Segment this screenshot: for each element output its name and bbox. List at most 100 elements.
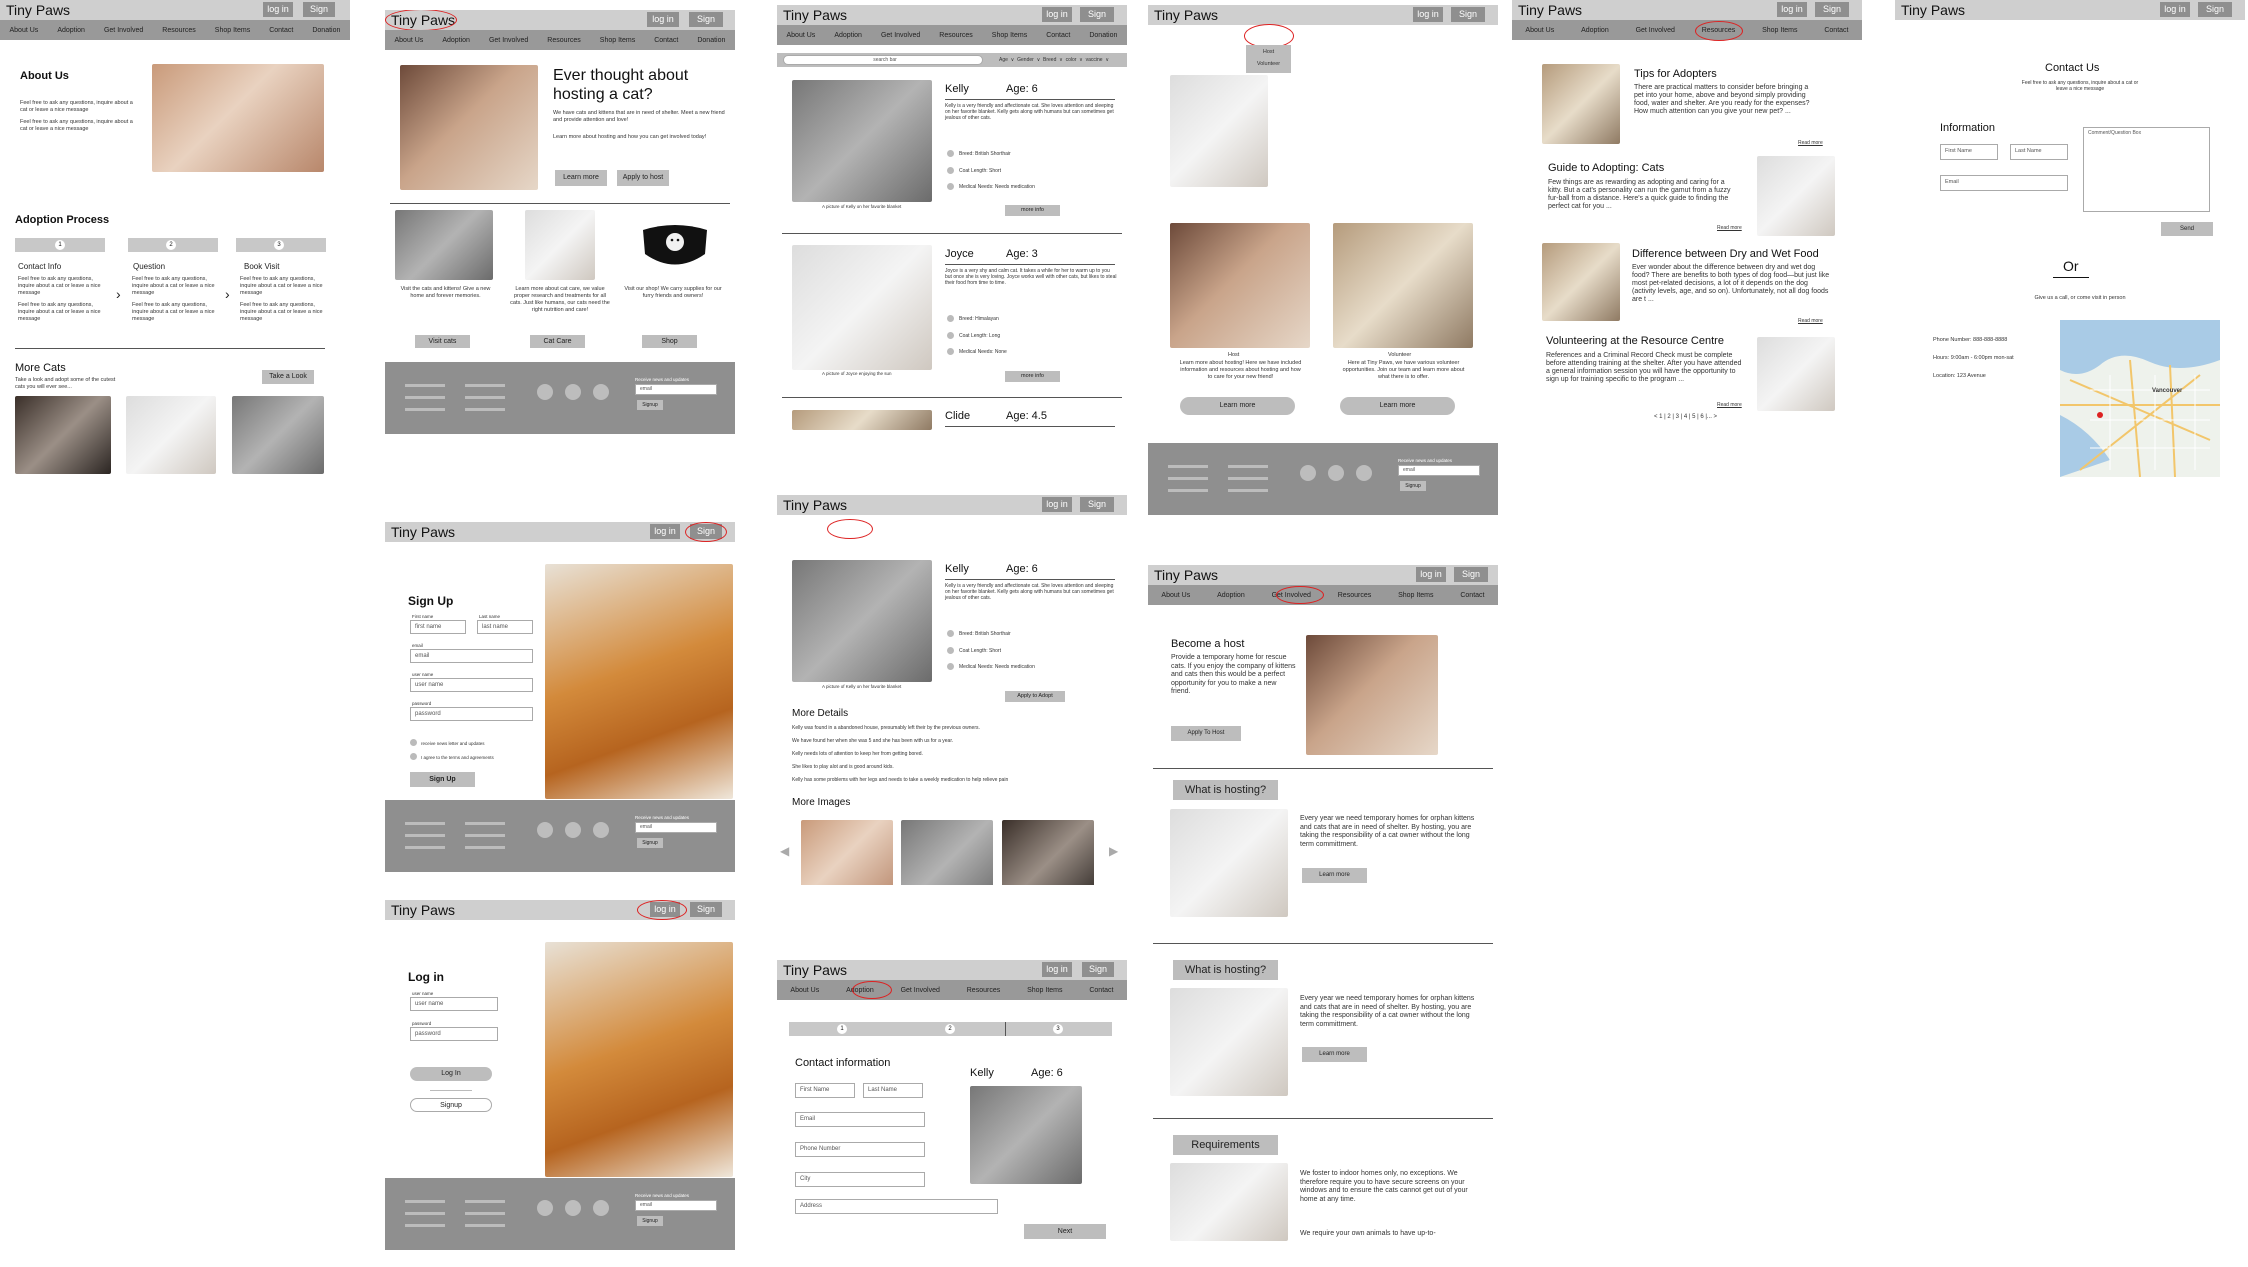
footer-signup-button[interactable]: Signup: [637, 400, 663, 410]
login-signup-button[interactable]: Signup: [410, 1098, 492, 1112]
host-image[interactable]: [1170, 223, 1310, 348]
comment-box[interactable]: Comment/Question Box: [2083, 127, 2210, 212]
nav-donation[interactable]: Donation: [312, 27, 340, 34]
article-2-image[interactable]: [1757, 156, 1835, 236]
apply-host-button[interactable]: Apply To Host: [1171, 726, 1241, 741]
send-button[interactable]: Send: [2161, 222, 2213, 236]
newsletter-checkbox[interactable]: [410, 739, 417, 746]
nav-get-involved[interactable]: Get Involved: [881, 32, 920, 39]
footer-signup-button[interactable]: Signup: [1400, 481, 1426, 491]
social-icon-3[interactable]: [593, 1200, 609, 1216]
apply-adopt-button[interactable]: Apply to Adopt: [1005, 691, 1065, 702]
signup-button[interactable]: Sign up: [1815, 2, 1849, 29]
nav-about[interactable]: About Us: [790, 987, 819, 994]
brand-logo[interactable]: Tiny Paws: [783, 962, 847, 978]
nav-get-involved[interactable]: Get Involved: [901, 987, 940, 994]
article-2-title[interactable]: Guide to Adopting: Cats: [1548, 162, 1664, 174]
signup-button[interactable]: Sign up: [1082, 962, 1114, 989]
nav-about[interactable]: About Us: [787, 32, 816, 39]
first-name-input[interactable]: first name: [410, 620, 466, 634]
signup-button[interactable]: Sign up: [303, 2, 335, 29]
email-input[interactable]: email: [410, 649, 533, 663]
article-4-title[interactable]: Volunteering at the Resource Centre: [1546, 335, 1724, 347]
step-arrow-1[interactable]: ›: [116, 287, 121, 301]
search-bar-input[interactable]: search bar: [783, 55, 983, 65]
social-icon-3[interactable]: [593, 822, 609, 838]
footer-link-5[interactable]: [465, 834, 505, 837]
social-icon-2[interactable]: [565, 384, 581, 400]
section-1-learn-more[interactable]: Learn more: [1302, 868, 1367, 883]
nav-about[interactable]: About Us: [395, 37, 424, 44]
login-button[interactable]: log in: [1042, 497, 1072, 512]
login-button[interactable]: log in: [650, 524, 680, 539]
dropdown-volunteer[interactable]: Volunteer: [1246, 61, 1291, 68]
nav-shop[interactable]: Shop Items: [1027, 987, 1062, 994]
footer-email-input[interactable]: email: [1398, 465, 1480, 476]
location-map[interactable]: Vancouver: [2060, 320, 2220, 478]
terms-checkbox[interactable]: [410, 753, 417, 760]
nav-shop[interactable]: Shop Items: [215, 27, 250, 34]
social-icon-3[interactable]: [593, 384, 609, 400]
login-user-input[interactable]: user name: [410, 997, 498, 1011]
nav-resources[interactable]: Resources: [1338, 592, 1371, 599]
nav-resources[interactable]: Resources: [939, 32, 972, 39]
article-3-title[interactable]: Difference between Dry and Wet Food: [1632, 248, 1819, 260]
nav-adoption[interactable]: Adoption: [1581, 27, 1609, 34]
footer-link-4[interactable]: [465, 1200, 505, 1203]
cat-kelly-image[interactable]: [792, 80, 932, 202]
nav-shop[interactable]: Shop Items: [1398, 592, 1433, 599]
brand-logo[interactable]: Tiny Paws: [783, 7, 847, 23]
footer-link-6[interactable]: [1228, 489, 1268, 492]
nav-contact[interactable]: Contact: [1089, 987, 1113, 994]
social-icon-1[interactable]: [537, 822, 553, 838]
login-button[interactable]: log in: [1777, 2, 1807, 17]
nav-resources[interactable]: Resources: [547, 37, 580, 44]
form-city[interactable]: City: [795, 1172, 925, 1187]
footer-link-2[interactable]: [1168, 477, 1208, 480]
cat-thumb-3[interactable]: [232, 396, 324, 474]
footer-link-1[interactable]: [405, 1200, 445, 1203]
nav-about[interactable]: About Us: [1525, 27, 1554, 34]
footer-link-3[interactable]: [405, 1224, 445, 1227]
signup-button[interactable]: Sign up: [689, 12, 723, 39]
nav-resources[interactable]: Resources: [162, 27, 195, 34]
login-button[interactable]: log in: [263, 2, 293, 17]
form-address[interactable]: Address: [795, 1199, 998, 1214]
signup-button[interactable]: Sign up: [690, 902, 722, 929]
footer-link-3[interactable]: [405, 846, 445, 849]
brand-logo[interactable]: Tiny Paws: [1518, 2, 1582, 18]
cat-kelly-more-button[interactable]: more info: [1005, 205, 1060, 216]
gallery-image-3[interactable]: [1002, 820, 1094, 885]
footer-link-4[interactable]: [465, 384, 505, 387]
login-pass-input[interactable]: password: [410, 1027, 498, 1041]
article-2-read-more[interactable]: Read more: [1717, 225, 1742, 232]
host-learn-more[interactable]: Learn more: [1180, 397, 1295, 415]
login-button[interactable]: log in: [647, 12, 679, 27]
nav-shop[interactable]: Shop Items: [600, 37, 635, 44]
gallery-prev-icon[interactable]: ◀: [780, 845, 789, 857]
login-button[interactable]: log in: [1042, 7, 1072, 22]
signup-button[interactable]: Sign up: [1454, 567, 1488, 594]
nav-resources[interactable]: Resources: [967, 987, 1000, 994]
footer-email-input[interactable]: email: [635, 1200, 717, 1211]
article-1-read-more[interactable]: Read more: [1798, 140, 1823, 147]
footer-signup-button[interactable]: Signup: [637, 1216, 663, 1226]
brand-logo[interactable]: Tiny Paws: [1154, 7, 1218, 23]
form-email[interactable]: Email: [795, 1112, 925, 1127]
cat-care-button[interactable]: Cat Care: [530, 335, 585, 348]
login-button[interactable]: log in: [1416, 567, 1446, 582]
article-1-image[interactable]: [1542, 64, 1620, 144]
signup-button[interactable]: Sign up: [1080, 7, 1114, 34]
nav-adoption[interactable]: Adoption: [834, 32, 862, 39]
footer-link-6[interactable]: [465, 1224, 505, 1227]
footer-link-2[interactable]: [405, 834, 445, 837]
footer-link-3[interactable]: [405, 408, 445, 411]
nav-contact[interactable]: Contact: [1046, 32, 1070, 39]
signup-button[interactable]: Sign up: [1080, 497, 1114, 524]
take-look-button[interactable]: Take a Look: [262, 370, 314, 384]
learn-more-button[interactable]: Learn more: [555, 170, 607, 186]
brand-logo[interactable]: Tiny Paws: [391, 524, 455, 540]
footer-link-1[interactable]: [405, 822, 445, 825]
footer-signup-button[interactable]: Signup: [637, 838, 663, 848]
pagination[interactable]: < 1 | 2 | 3 | 4 | 5 | 6 |... >: [1654, 414, 1717, 421]
